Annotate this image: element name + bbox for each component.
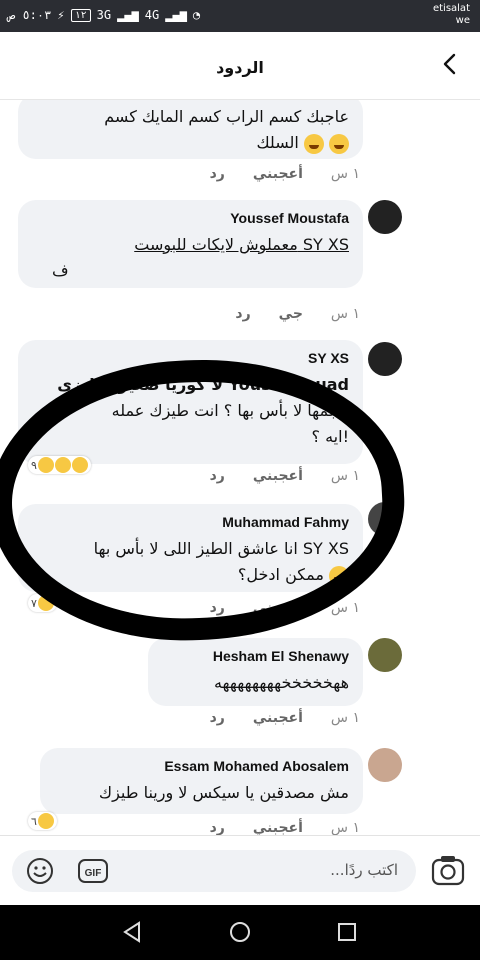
comment-text-2: حجمها لا بأس بها ؟ انت طيزك عمله xyxy=(111,401,349,420)
comment-text-2: السلك xyxy=(32,130,349,156)
status-time: ٥:٠٣ ص xyxy=(8,8,52,22)
like-button[interactable]: أعجبني xyxy=(253,468,303,484)
smiley-icon[interactable] xyxy=(26,857,54,885)
reactions-badge[interactable]: ٦ xyxy=(28,812,57,830)
laughing-emoji-icon xyxy=(303,133,324,154)
comment-author[interactable]: Hesham El Shenawy xyxy=(162,648,349,664)
like-button[interactable]: أعجبني xyxy=(253,710,303,726)
reaction-count: ٦ xyxy=(31,814,37,828)
carrier-2: we xyxy=(455,15,470,26)
comment-actions-2: ١ س جي رد xyxy=(235,306,360,322)
comment-actions-1: ١ س أعجبني رد xyxy=(210,166,360,182)
back-button[interactable] xyxy=(438,52,462,76)
reply-input[interactable]: اكتب ردًا... GIF xyxy=(12,850,416,892)
comment-time: ١ س xyxy=(330,166,360,182)
network-4g: 4G xyxy=(144,8,160,22)
battery-level: ١٢ xyxy=(70,8,91,22)
system-nav-bar xyxy=(0,905,480,960)
comment-text: مش مصدقين يا سيكس لا ورينا طيزك xyxy=(98,783,349,802)
comment-bubble-2[interactable]: Youssef Moustafa معملوش لايكات للبوست SY… xyxy=(18,200,363,288)
like-button[interactable]: أعجبني xyxy=(253,600,303,616)
haha-emoji-icon xyxy=(37,813,54,829)
comment-author[interactable]: Essam Mohamed Abosalem xyxy=(54,758,349,774)
comment-time: ١ س xyxy=(330,600,360,616)
comment-author[interactable]: SY XS xyxy=(32,350,349,366)
comment-bubble-3[interactable]: SY XS لا كوريا صغيره طيزى Yousef Fouad ح… xyxy=(18,340,363,464)
comment-actions-4: ١ س أعجبني رد xyxy=(210,600,360,616)
reply-button[interactable]: رد xyxy=(210,820,225,835)
comment-time: ١ س xyxy=(330,820,360,835)
comment-text: ههخخخخخههههههههه xyxy=(213,673,349,692)
comment-text: عاجبك كسم الراب كسم المايك كسم xyxy=(104,107,349,126)
replies-feed[interactable]: عاجبك كسم الراب كسم المايك كسم السلك ١ س… xyxy=(0,100,480,835)
nav-back-icon[interactable] xyxy=(120,919,146,945)
reaction-count: ٩ xyxy=(31,458,37,472)
reply-button[interactable]: رد xyxy=(210,166,225,182)
comment-author[interactable]: Muhammad Fahmy xyxy=(32,514,349,530)
carrier-1: etisalat xyxy=(432,3,470,14)
laughing-emoji-icon xyxy=(329,133,349,154)
comment-bubble-6[interactable]: Essam Mohamed Abosalem مش مصدقين يا سيكس… xyxy=(40,748,363,814)
reply-button[interactable]: رد xyxy=(210,468,225,484)
page-title: الردود xyxy=(216,58,264,77)
wow-emoji-icon xyxy=(54,457,71,473)
network-3g: 3G xyxy=(96,8,112,22)
nav-home-icon[interactable] xyxy=(227,919,253,945)
nav-recent-icon[interactable] xyxy=(334,919,360,945)
charging-icon: ⚡ xyxy=(57,8,65,22)
gif-label: GIF xyxy=(85,868,102,879)
wifi-icon: ◔ xyxy=(192,8,201,22)
avatar[interactable] xyxy=(368,638,402,672)
avatar[interactable] xyxy=(368,502,402,536)
haha-emoji-icon xyxy=(37,595,54,611)
chevron-left-icon xyxy=(443,53,456,75)
comment-actions-6: ١ س أعجبني رد xyxy=(210,820,360,835)
haha-emoji-icon xyxy=(71,457,88,473)
comment-text: معملوش لايكات للبوست SY XS xyxy=(134,235,349,254)
signal-icon-2: ▂▄▆ xyxy=(165,8,187,22)
reply-placeholder: اكتب ردًا... xyxy=(330,861,398,879)
signal-icon: ▂▄▆ xyxy=(117,8,139,22)
status-left: ٥:٠٣ ص ⚡ ١٢ 3G ▂▄▆ 4G ▂▄▆ ◔ xyxy=(8,8,200,22)
comment-time: ١ س xyxy=(330,468,360,484)
reply-button[interactable]: رد xyxy=(210,710,225,726)
comment-bubble-5[interactable]: Hesham El Shenawy ههخخخخخههههههههه xyxy=(148,638,363,706)
comment-time: ١ س xyxy=(330,710,360,726)
comment-text-2: ممكن ادخل؟ xyxy=(32,562,349,588)
reply-composer: اكتب ردًا... GIF xyxy=(0,835,480,905)
like-button[interactable]: أعجبني xyxy=(253,166,303,182)
status-bar: ٥:٠٣ ص ⚡ ١٢ 3G ▂▄▆ 4G ▂▄▆ ◔ etisalat we xyxy=(0,0,480,32)
reply-button[interactable]: رد xyxy=(235,306,250,322)
gif-icon[interactable]: GIF xyxy=(78,858,108,884)
comment-time: ١ س xyxy=(330,306,360,322)
avatar[interactable] xyxy=(368,748,402,782)
comment-text: انا عاشق الطيز اللى لا بأس بها SY XS xyxy=(93,539,349,558)
comment-text-2: ف xyxy=(52,261,69,280)
comment-text: لا كوريا صغيره طيزى Yousef Fouad xyxy=(57,375,349,394)
comment-author[interactable]: Youssef Moustafa xyxy=(32,210,349,226)
reaction-count: ٧ xyxy=(31,596,37,610)
sad-emoji-icon xyxy=(37,457,54,473)
carrier: etisalat we xyxy=(433,3,470,27)
comment-bubble-4[interactable]: Muhammad Fahmy انا عاشق الطيز اللى لا بأ… xyxy=(18,504,363,592)
comment-actions-5: ١ س أعجبني رد xyxy=(210,710,360,726)
reply-button[interactable]: رد xyxy=(210,600,225,616)
comment-text-3: ايه ؟! xyxy=(311,427,349,446)
camera-icon[interactable] xyxy=(430,852,466,888)
comment-bubble-1[interactable]: عاجبك كسم الراب كسم المايك كسم السلك xyxy=(18,100,363,159)
avatar[interactable] xyxy=(368,342,402,376)
comment-actions-3: ١ س أعجبني رد xyxy=(210,468,360,484)
reactions-badge[interactable]: ٩ xyxy=(28,456,91,474)
like-button[interactable]: أعجبني xyxy=(253,820,303,835)
grinning-emoji-icon xyxy=(329,565,349,586)
like-button[interactable]: جي xyxy=(279,306,303,322)
avatar[interactable] xyxy=(368,200,402,234)
header: الردود xyxy=(0,32,480,100)
reactions-badge[interactable]: ٧ xyxy=(28,594,57,612)
